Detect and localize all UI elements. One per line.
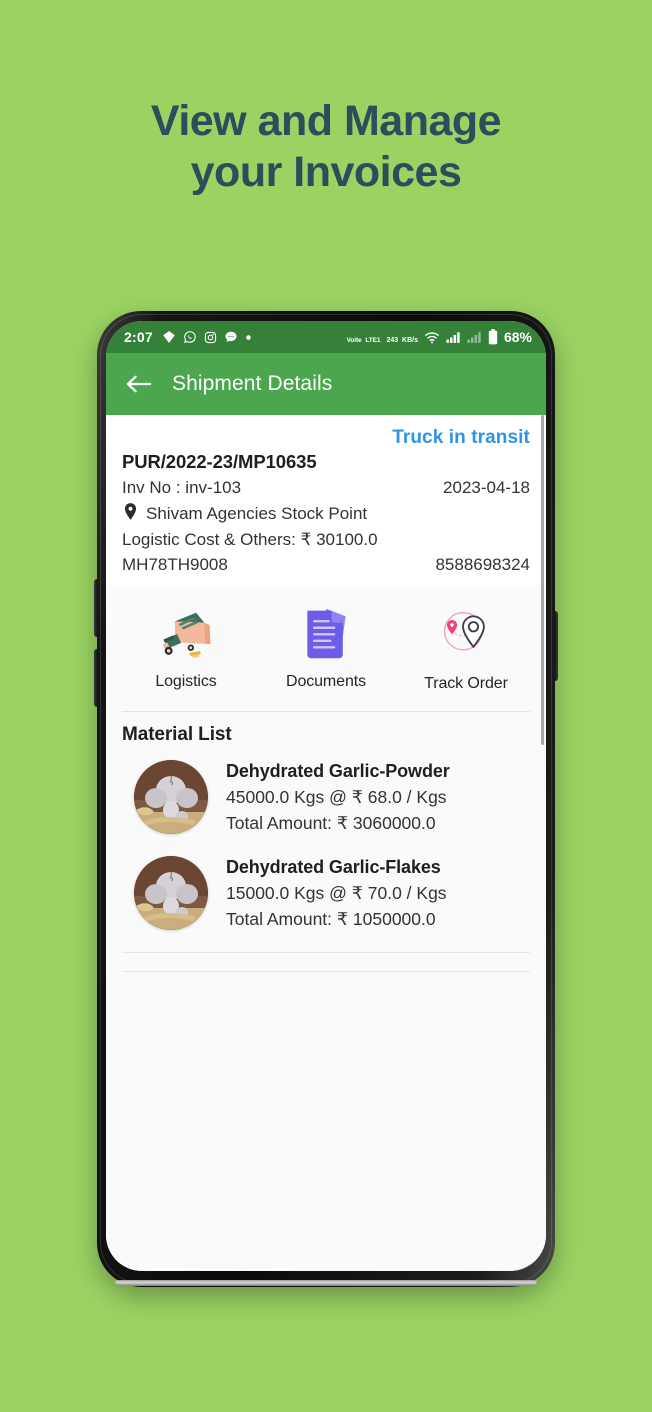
page-title: Shipment Details (172, 372, 333, 395)
action-label-track-order: Track Order (424, 675, 508, 692)
battery-percentage: 68% (503, 329, 532, 345)
volume-down-button[interactable] (94, 649, 98, 707)
promo-heading-line-1: View and Manage (150, 97, 502, 145)
status-notification-icons (162, 330, 252, 344)
power-button[interactable] (554, 611, 558, 681)
battery-icon (488, 329, 498, 345)
promo-heading: View and Manage your Invoices (0, 96, 652, 197)
list-end-divider-2 (122, 971, 530, 972)
volte-icon: Volte LTE1 (347, 329, 381, 345)
data-rate-unit: KB/s (402, 337, 418, 344)
location-name: Shivam Agencies Stock Point (146, 504, 368, 523)
material-thumbnail (134, 856, 208, 930)
material-name: Dehydrated Garlic-Flakes (226, 856, 441, 877)
location-pin-icon (124, 503, 137, 525)
threads-icon (162, 330, 176, 344)
promo-heading-line-2: your Invoices (190, 147, 462, 196)
action-tile-documents[interactable]: Documents (256, 601, 396, 693)
material-list-title: Material List (122, 724, 232, 745)
material-thumbnail (134, 760, 208, 834)
material-list-section: Material List Dehydrated Garlic-Powder 4… (106, 712, 546, 930)
volte-label-top: Volte (346, 337, 362, 344)
whatsapp-icon (183, 330, 197, 344)
action-label-documents: Documents (285, 673, 367, 690)
list-end-divider-1 (122, 952, 530, 953)
app-bar: Shipment Details (106, 353, 546, 415)
material-total-amount: Total Amount: ₹ 3060000.0 (226, 812, 436, 833)
list-item[interactable]: Dehydrated Garlic-Powder 45000.0 Kgs @ ₹… (122, 760, 530, 834)
purchase-order-number: PUR/2022-23/MP10635 (122, 451, 317, 472)
dot-icon (245, 334, 252, 341)
material-total-amount: Total Amount: ₹ 1050000.0 (226, 908, 436, 929)
track-order-icon (437, 601, 495, 667)
action-tile-track-order[interactable]: Track Order (396, 601, 536, 693)
signal-strength-icon-2 (467, 331, 482, 344)
action-label-logistics: Logistics (155, 673, 217, 690)
messages-icon (224, 330, 238, 344)
status-bar: 2:07 Volte LTE1 243 KB/s 68% (106, 321, 546, 353)
truck-contact-row: MH78TH9008 8588698324 (122, 555, 530, 575)
data-rate-indicator: 243 KB/s (386, 329, 418, 345)
invoice-number-row: Inv No : inv-103 2023-04-18 (122, 478, 530, 498)
truck-number: MH78TH9008 (122, 555, 228, 574)
shipment-status-row: Truck in transit (122, 427, 530, 449)
invoice-number: Inv No : inv-103 (122, 478, 242, 497)
instagram-icon (204, 331, 217, 344)
material-name: Dehydrated Garlic-Powder (226, 760, 450, 781)
arrow-left-icon[interactable] (122, 367, 156, 401)
material-quantity: 15000.0 Kgs @ ₹ 70.0 / Kgs (226, 882, 447, 903)
material-info: Dehydrated Garlic-Flakes 15000.0 Kgs @ ₹… (226, 857, 447, 930)
phone-mockup: 2:07 Volte LTE1 243 KB/s 68% Shipment De… (94, 311, 558, 1287)
driver-phone[interactable]: 8588698324 (435, 555, 530, 575)
truck-icon (150, 601, 222, 667)
material-info: Dehydrated Garlic-Powder 45000.0 Kgs @ ₹… (226, 761, 450, 834)
phone-screen: 2:07 Volte LTE1 243 KB/s 68% Shipment De… (106, 321, 546, 1271)
status-badge[interactable]: Truck in transit (392, 427, 530, 448)
data-rate-value: 243 (386, 337, 399, 344)
signal-strength-icon-1 (446, 331, 461, 344)
invoice-date: 2023-04-18 (443, 478, 530, 497)
phone-bottom-edge (115, 1280, 537, 1286)
volume-up-button[interactable] (94, 579, 98, 637)
status-system-icons: Volte LTE1 243 KB/s 68% (347, 329, 532, 345)
location-row: Shivam Agencies Stock Point (122, 503, 530, 525)
status-time: 2:07 (124, 329, 153, 345)
scrollbar[interactable] (541, 415, 544, 745)
material-quantity: 45000.0 Kgs @ ₹ 68.0 / Kgs (226, 786, 447, 807)
action-tile-logistics[interactable]: Logistics (116, 601, 256, 693)
wifi-icon (424, 331, 440, 344)
list-item[interactable]: Dehydrated Garlic-Flakes 15000.0 Kgs @ ₹… (122, 856, 530, 930)
documents-icon (298, 601, 354, 667)
volte-label-bottom: LTE1 (365, 337, 381, 344)
action-tiles: Logistics Documents Track Order (106, 585, 546, 703)
logistic-cost: Logistic Cost & Others: ₹ 30100.0 (122, 530, 378, 549)
invoice-summary-card: Truck in transit PUR/2022-23/MP10635 Inv… (106, 415, 546, 585)
shipment-content: Truck in transit PUR/2022-23/MP10635 Inv… (106, 415, 546, 1271)
